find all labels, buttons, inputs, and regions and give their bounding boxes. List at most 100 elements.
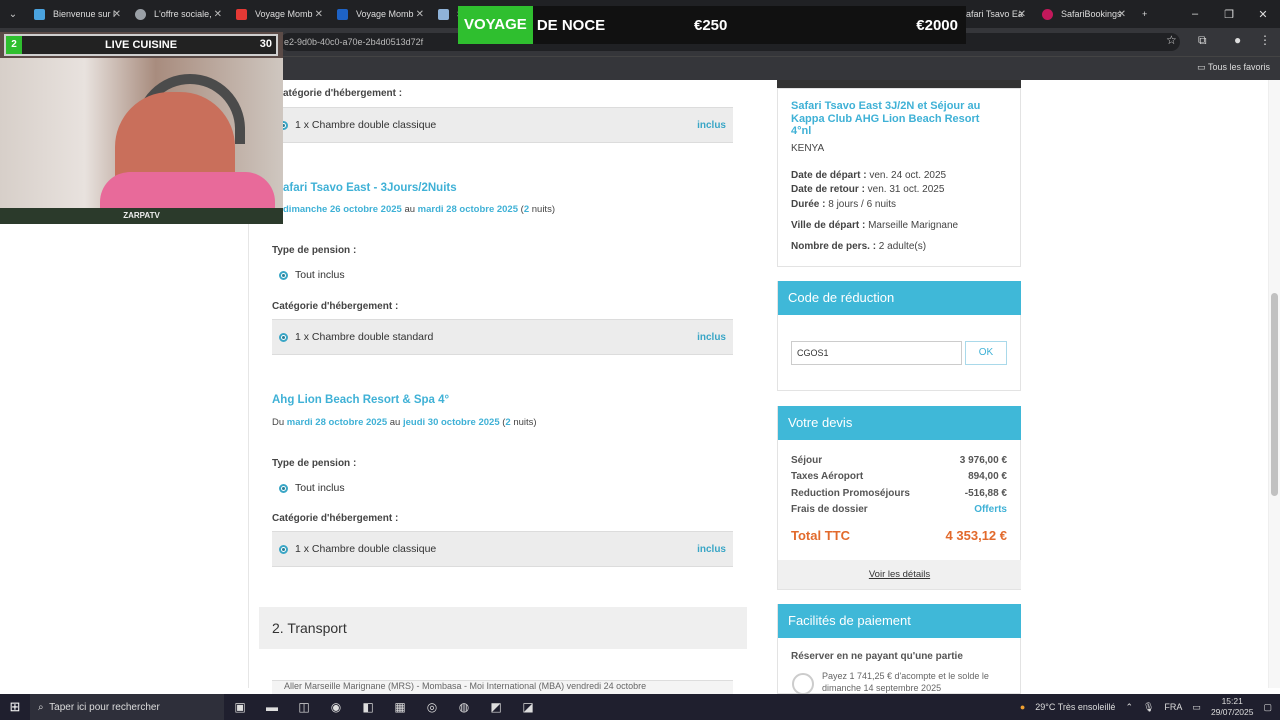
webcam-right-number: 30 [259, 38, 272, 50]
close-icon[interactable]: ✕ [315, 9, 323, 20]
quote-row-reduction: Reduction Promoséjours -516,88 € [791, 488, 1007, 499]
new-tab-icon[interactable]: + [1134, 0, 1154, 28]
tab-4[interactable]: Voyage Momb ✕ [329, 0, 430, 28]
duration-label: Durée : [791, 199, 826, 210]
webcam-footer: ZARPATV [0, 208, 283, 224]
start-date: dimanche 26 octobre 2025 [283, 204, 402, 215]
quote-row-sejour: Séjour 3 976,00 € [791, 455, 1007, 466]
close-icon[interactable]: ✕ [113, 9, 121, 20]
webcam-title: LIVE CUISINE [104, 39, 178, 51]
segment-title[interactable]: afari Tsavo East - 3Jours/2Nuits [283, 182, 457, 194]
all-bookmarks[interactable]: ▭ Tous les favoris [1197, 62, 1270, 73]
tab-1[interactable]: Bienvenue sur l ✕ [26, 0, 127, 28]
tab-7[interactable]: SafariBookings ✕ [1034, 0, 1132, 28]
microphone-icon[interactable]: 🎙 [1143, 702, 1154, 713]
total-value: 4 353,12 € [945, 528, 1007, 543]
app-icon[interactable]: ◉ [320, 694, 352, 720]
tab-2[interactable]: L'offre sociale, ✕ [127, 0, 228, 28]
profile-icon[interactable]: ● [1234, 33, 1241, 47]
category-label: Catégorie d'hébergement : [272, 301, 399, 312]
star-icon[interactable]: ☆ [1166, 33, 1177, 47]
menu-icon[interactable]: ⋮ [1259, 33, 1271, 47]
close-icon[interactable]: ✕ [1118, 9, 1126, 20]
end-date: jeudi 30 octobre 2025 [402, 417, 500, 428]
tab-favicon-icon [236, 8, 247, 20]
promo-ok-button[interactable]: OK [965, 341, 1007, 365]
room-option[interactable]: 1 x Chambre double classique inclus [272, 531, 733, 567]
segment-dates: Du mardi 28 octobre 2025 au jeudi 30 oct… [272, 417, 537, 428]
duration: Durée : 8 jours / 6 nuits [791, 199, 896, 210]
weather-text[interactable]: 29°C Très ensoleillé [1035, 702, 1115, 712]
tab-search-icon[interactable]: ⌄ [0, 0, 26, 28]
network-icon[interactable]: ▭ [1192, 702, 1201, 713]
pension-label: Type de pension : [272, 458, 357, 469]
tab-favicon-icon [135, 8, 146, 20]
tab-3[interactable]: Voyage Momb ✕ [228, 0, 329, 28]
app-icon[interactable]: ◩ [480, 694, 512, 720]
segment-title[interactable]: Ahg Lion Beach Resort & Spa 4° [272, 394, 449, 406]
descriptif-strip[interactable] [777, 80, 1021, 88]
notifications-icon[interactable]: ▢ [1263, 702, 1272, 713]
clock[interactable]: 15:21 29/07/2025 [1211, 696, 1254, 718]
departure-city-label: Ville de départ : [791, 220, 866, 231]
nights-suffix: nuits) [529, 204, 555, 215]
app-icon[interactable]: ◪ [512, 694, 544, 720]
close-icon[interactable]: ✕ [416, 9, 424, 20]
webcam-overlay: 2 LIVE CUISINE 30 ZARPATV [0, 32, 283, 224]
outlook-icon[interactable]: ◧ [352, 694, 384, 720]
close-window-icon[interactable]: ✕ [1246, 0, 1280, 28]
inclus-label: inclus [697, 331, 726, 343]
taskbar-search[interactable]: ⌕ Taper ici pour rechercher [30, 694, 224, 720]
app-icon[interactable]: ▦ [384, 694, 416, 720]
start-date: mardi 28 octobre 2025 [286, 417, 388, 428]
chevron-up-icon[interactable]: ⌃ [1125, 702, 1133, 713]
pension-option[interactable]: Tout inclus [279, 269, 345, 281]
return-label: Date de retour : [791, 184, 865, 195]
total-row: Total TTC 4 353,12 € [791, 528, 1007, 543]
stream-banner: VOYAGE DE NOCE €250 €2000 [458, 6, 966, 44]
radio-selected-icon[interactable] [279, 483, 288, 493]
app-icon[interactable]: ◍ [448, 694, 480, 720]
task-view-icon[interactable]: ▣ [224, 694, 256, 720]
tab-6[interactable]: afari Tsavo Ea ✕ [958, 0, 1032, 28]
scrollbar-thumb[interactable] [1271, 293, 1278, 496]
tab-label: L'offre sociale, [154, 9, 212, 19]
windows-start-icon[interactable]: ⊞ [0, 694, 30, 720]
language-indicator[interactable]: FRA [1164, 702, 1182, 712]
pension-option[interactable]: Tout inclus [279, 482, 345, 494]
radio-selected-icon[interactable] [279, 332, 288, 342]
promo-code-input[interactable]: CGOS1 [791, 341, 962, 365]
minimize-icon[interactable]: – [1178, 0, 1212, 28]
radio-selected-icon[interactable] [279, 544, 288, 554]
tab-favicon-icon [337, 8, 348, 20]
restore-icon[interactable]: ❐ [1212, 0, 1246, 28]
room-label: 1 x Chambre double classique [295, 119, 437, 131]
room-option[interactable]: 1 x Chambre double classique inclus [272, 107, 733, 143]
room-option[interactable]: 1 x Chambre double standard inclus [272, 319, 733, 355]
extensions-icon[interactable]: ⧉ [1198, 33, 1207, 48]
tab-favicon-icon [438, 8, 449, 20]
tab-favicon-icon [34, 8, 45, 20]
country: KENYA [791, 143, 825, 154]
category-label: Catégorie d'hébergement : [272, 513, 399, 524]
banner-title: DE NOCE [536, 16, 606, 34]
app-icon[interactable]: ◫ [288, 694, 320, 720]
close-icon[interactable]: ✕ [1018, 9, 1026, 20]
close-icon[interactable]: ✕ [214, 9, 222, 20]
chrome-icon[interactable]: ◎ [416, 694, 448, 720]
inclus-label: inclus [697, 543, 726, 555]
system-tray: ● 29°C Très ensoleillé ⌃ 🎙 FRA ▭ 15:21 29… [1020, 694, 1272, 720]
trip-title[interactable]: Safari Tsavo East 3J/2N et Séjour au Kap… [791, 100, 1001, 138]
page-scrollbar[interactable] [1268, 80, 1280, 688]
duration-value: 8 jours / 6 nuits [825, 199, 897, 210]
persons-value: 2 adulte(s) [876, 241, 927, 252]
total-label: Total TTC [791, 528, 850, 543]
weather-icon: ● [1019, 702, 1026, 712]
pension-value: Tout inclus [295, 269, 345, 281]
file-explorer-icon[interactable]: ▬ [256, 694, 288, 720]
radio-selected-icon[interactable] [279, 270, 288, 280]
tab-label: afari Tsavo Ea [966, 9, 1023, 19]
view-details-link[interactable]: Voir les détails [778, 560, 1021, 589]
transport-section-title: 2. Transport [259, 607, 747, 649]
tab-label: SafariBookings [1061, 9, 1122, 19]
